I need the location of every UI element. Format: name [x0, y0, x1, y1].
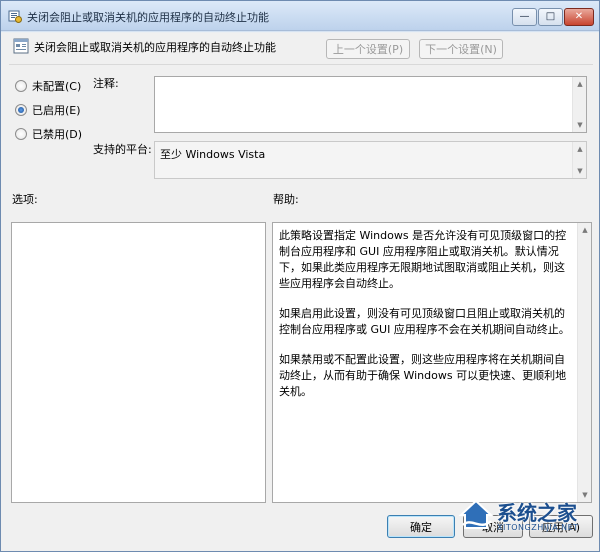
policy-name: 关闭会阻止或取消关机的应用程序的自动终止功能 — [34, 41, 276, 54]
comment-textarea[interactable]: ▲ ▼ — [154, 76, 587, 133]
radio-not-configured-circle[interactable] — [15, 80, 27, 92]
platform-value: 至少 Windows Vista — [160, 148, 266, 161]
window-title: 关闭会阻止或取消关机的应用程序的自动终止功能 — [27, 11, 269, 24]
help-scrollbar[interactable]: ▲ ▼ — [577, 223, 591, 502]
platform-label: 支持的平台: — [93, 143, 152, 156]
comment-scrollbar[interactable]: ▲ ▼ — [572, 77, 586, 132]
help-paragraph: 此策略设置指定 Windows 是否允许没有可见顶级窗口的控制台应用程序和 GU… — [279, 229, 567, 290]
minimize-icon: — — [519, 11, 530, 22]
ok-button[interactable]: 确定 — [387, 515, 455, 538]
watermark-text: 系统之家 — [497, 501, 577, 525]
maximize-button[interactable]: □ — [538, 8, 563, 26]
title-bar[interactable]: 关闭会阻止或取消关机的应用程序的自动终止功能 — □ ✕ — [1, 1, 599, 31]
help-paragraph: 如果禁用或不配置此设置，则这些应用程序将在关机期间自动终止，从而有助于确保 Wi… — [279, 353, 567, 398]
close-icon: ✕ — [574, 11, 584, 22]
help-label: 帮助: — [273, 193, 299, 206]
radio-disabled[interactable]: 已禁用(D) — [15, 126, 82, 142]
radio-not-configured-label: 未配置(C) — [32, 80, 82, 93]
watermark-subtext: XITONGZHIJIA.NET — [497, 523, 579, 532]
scroll-up-icon[interactable]: ▲ — [573, 78, 587, 90]
policy-dialog-window: 关闭会阻止或取消关机的应用程序的自动终止功能 — □ ✕ 关闭会阻止或取消关机的… — [0, 0, 600, 552]
site-watermark: 系统之家 XITONGZHIJIA.NET — [453, 489, 600, 552]
platform-scrollbar[interactable]: ▲ ▼ — [572, 142, 586, 178]
policy-icon — [8, 10, 22, 23]
maximize-icon: □ — [545, 11, 556, 22]
scroll-down-icon[interactable]: ▼ — [573, 165, 587, 177]
options-label: 选项: — [12, 193, 38, 206]
radio-enabled[interactable]: 已启用(E) — [15, 102, 81, 118]
close-button[interactable]: ✕ — [564, 8, 594, 26]
minimize-button[interactable]: — — [512, 8, 537, 26]
options-pane — [11, 222, 266, 503]
radio-disabled-label: 已禁用(D) — [32, 128, 83, 141]
header-divider — [9, 64, 593, 65]
house-logo-icon — [458, 499, 494, 529]
radio-enabled-label: 已启用(E) — [32, 104, 81, 117]
scroll-up-icon[interactable]: ▲ — [573, 143, 587, 155]
comment-label: 注释: — [93, 77, 119, 90]
next-setting-button[interactable]: 下一个设置(N) — [419, 39, 503, 59]
radio-enabled-circle[interactable] — [15, 104, 27, 116]
help-text: 此策略设置指定 Windows 是否允许没有可见顶级窗口的控制台应用程序和 GU… — [279, 228, 575, 414]
platform-field: 至少 Windows Vista ▲ ▼ — [154, 141, 587, 179]
previous-setting-button[interactable]: 上一个设置(P) — [326, 39, 410, 59]
radio-not-configured[interactable]: 未配置(C) — [15, 78, 81, 94]
scroll-up-icon[interactable]: ▲ — [578, 224, 592, 236]
policy-setting-icon — [13, 38, 29, 54]
scroll-down-icon[interactable]: ▼ — [573, 119, 587, 131]
radio-disabled-circle[interactable] — [15, 128, 27, 140]
help-paragraph: 如果启用此设置，则没有可见顶级窗口且阻止或取消关机的控制台应用程序或 GUI 应… — [279, 307, 570, 336]
help-pane: 此策略设置指定 Windows 是否允许没有可见顶级窗口的控制台应用程序和 GU… — [272, 222, 592, 503]
